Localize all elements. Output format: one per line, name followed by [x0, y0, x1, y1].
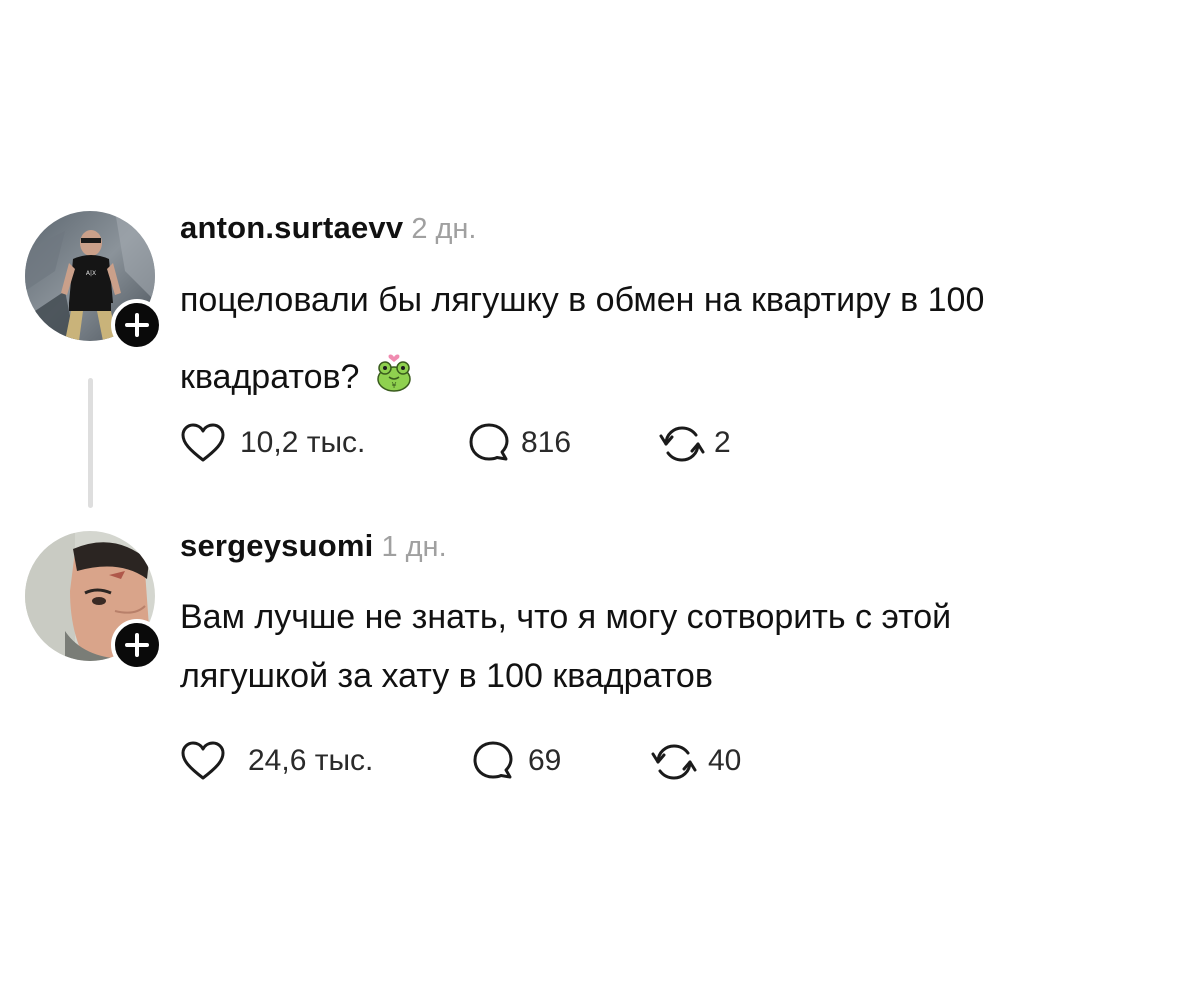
speech-bubble-icon — [469, 423, 509, 461]
heart-outline-icon — [181, 423, 225, 462]
repost-count: 40 — [708, 744, 742, 777]
speech-bubble-icon — [473, 741, 513, 779]
username[interactable]: anton.surtaevv — [180, 210, 403, 245]
reply-count: 816 — [521, 426, 572, 459]
thread-connector-line — [88, 378, 93, 508]
repost-button[interactable]: 2 — [658, 418, 758, 468]
plus-icon — [125, 313, 149, 337]
plus-icon — [125, 633, 149, 657]
svg-text:A|X: A|X — [86, 270, 96, 277]
comment-header: sergeysuomi 1 дн. — [180, 526, 447, 566]
comment-text-line: Вам лучше не знать, что я могу сотворить… — [180, 598, 952, 636]
like-button[interactable]: 10,2 тыс. — [180, 418, 400, 468]
heart-outline-icon — [181, 741, 225, 780]
timestamp: 1 дн. — [381, 531, 447, 563]
comment-text-line: поцеловали бы лягушку в обмен на квартир… — [180, 281, 985, 319]
reply-count: 69 — [528, 744, 562, 777]
reply-button[interactable]: 69 — [470, 736, 600, 786]
comment-text-line: квадратов? ¥ — [180, 348, 415, 396]
reply-button[interactable]: 816 — [466, 418, 606, 468]
comment-text: квадратов? ¥ — [180, 348, 415, 396]
comment-text: Вам лучше не знать, что я могу сотворить… — [180, 597, 951, 637]
comment-actions: 24,6 тыс. 69 40 — [180, 736, 780, 786]
timestamp: 2 дн. — [411, 213, 477, 245]
follow-button[interactable] — [111, 619, 163, 671]
like-count: 10,2 тыс. — [240, 426, 366, 459]
username[interactable]: sergeysuomi — [180, 528, 373, 563]
comment: sergeysuomi 1 дн. — [180, 526, 447, 566]
comment-text: лягушкой за хату в 100 квадратов — [180, 656, 713, 696]
repost-arrows-icon — [659, 426, 705, 462]
comment-text-fragment: квадратов? — [180, 358, 360, 396]
comment-header: anton.surtaevv 2 дн. — [180, 208, 477, 248]
comment-text-line: лягушкой за хату в 100 квадратов — [180, 657, 713, 695]
comment-text: поцеловали бы лягушку в обмен на квартир… — [180, 280, 984, 320]
like-button[interactable]: 24,6 тыс. — [180, 736, 420, 786]
comment-actions: 10,2 тыс. 816 2 — [180, 418, 780, 468]
frog-with-heart-emoji: ¥ — [373, 348, 415, 403]
like-count: 24,6 тыс. — [248, 744, 374, 777]
comment: anton.surtaevv 2 дн. — [180, 208, 477, 248]
repost-button[interactable]: 40 — [650, 736, 760, 786]
repost-arrows-icon — [651, 744, 697, 780]
repost-count: 2 — [714, 426, 731, 459]
svg-text:¥: ¥ — [392, 381, 397, 390]
follow-button[interactable] — [111, 299, 163, 351]
